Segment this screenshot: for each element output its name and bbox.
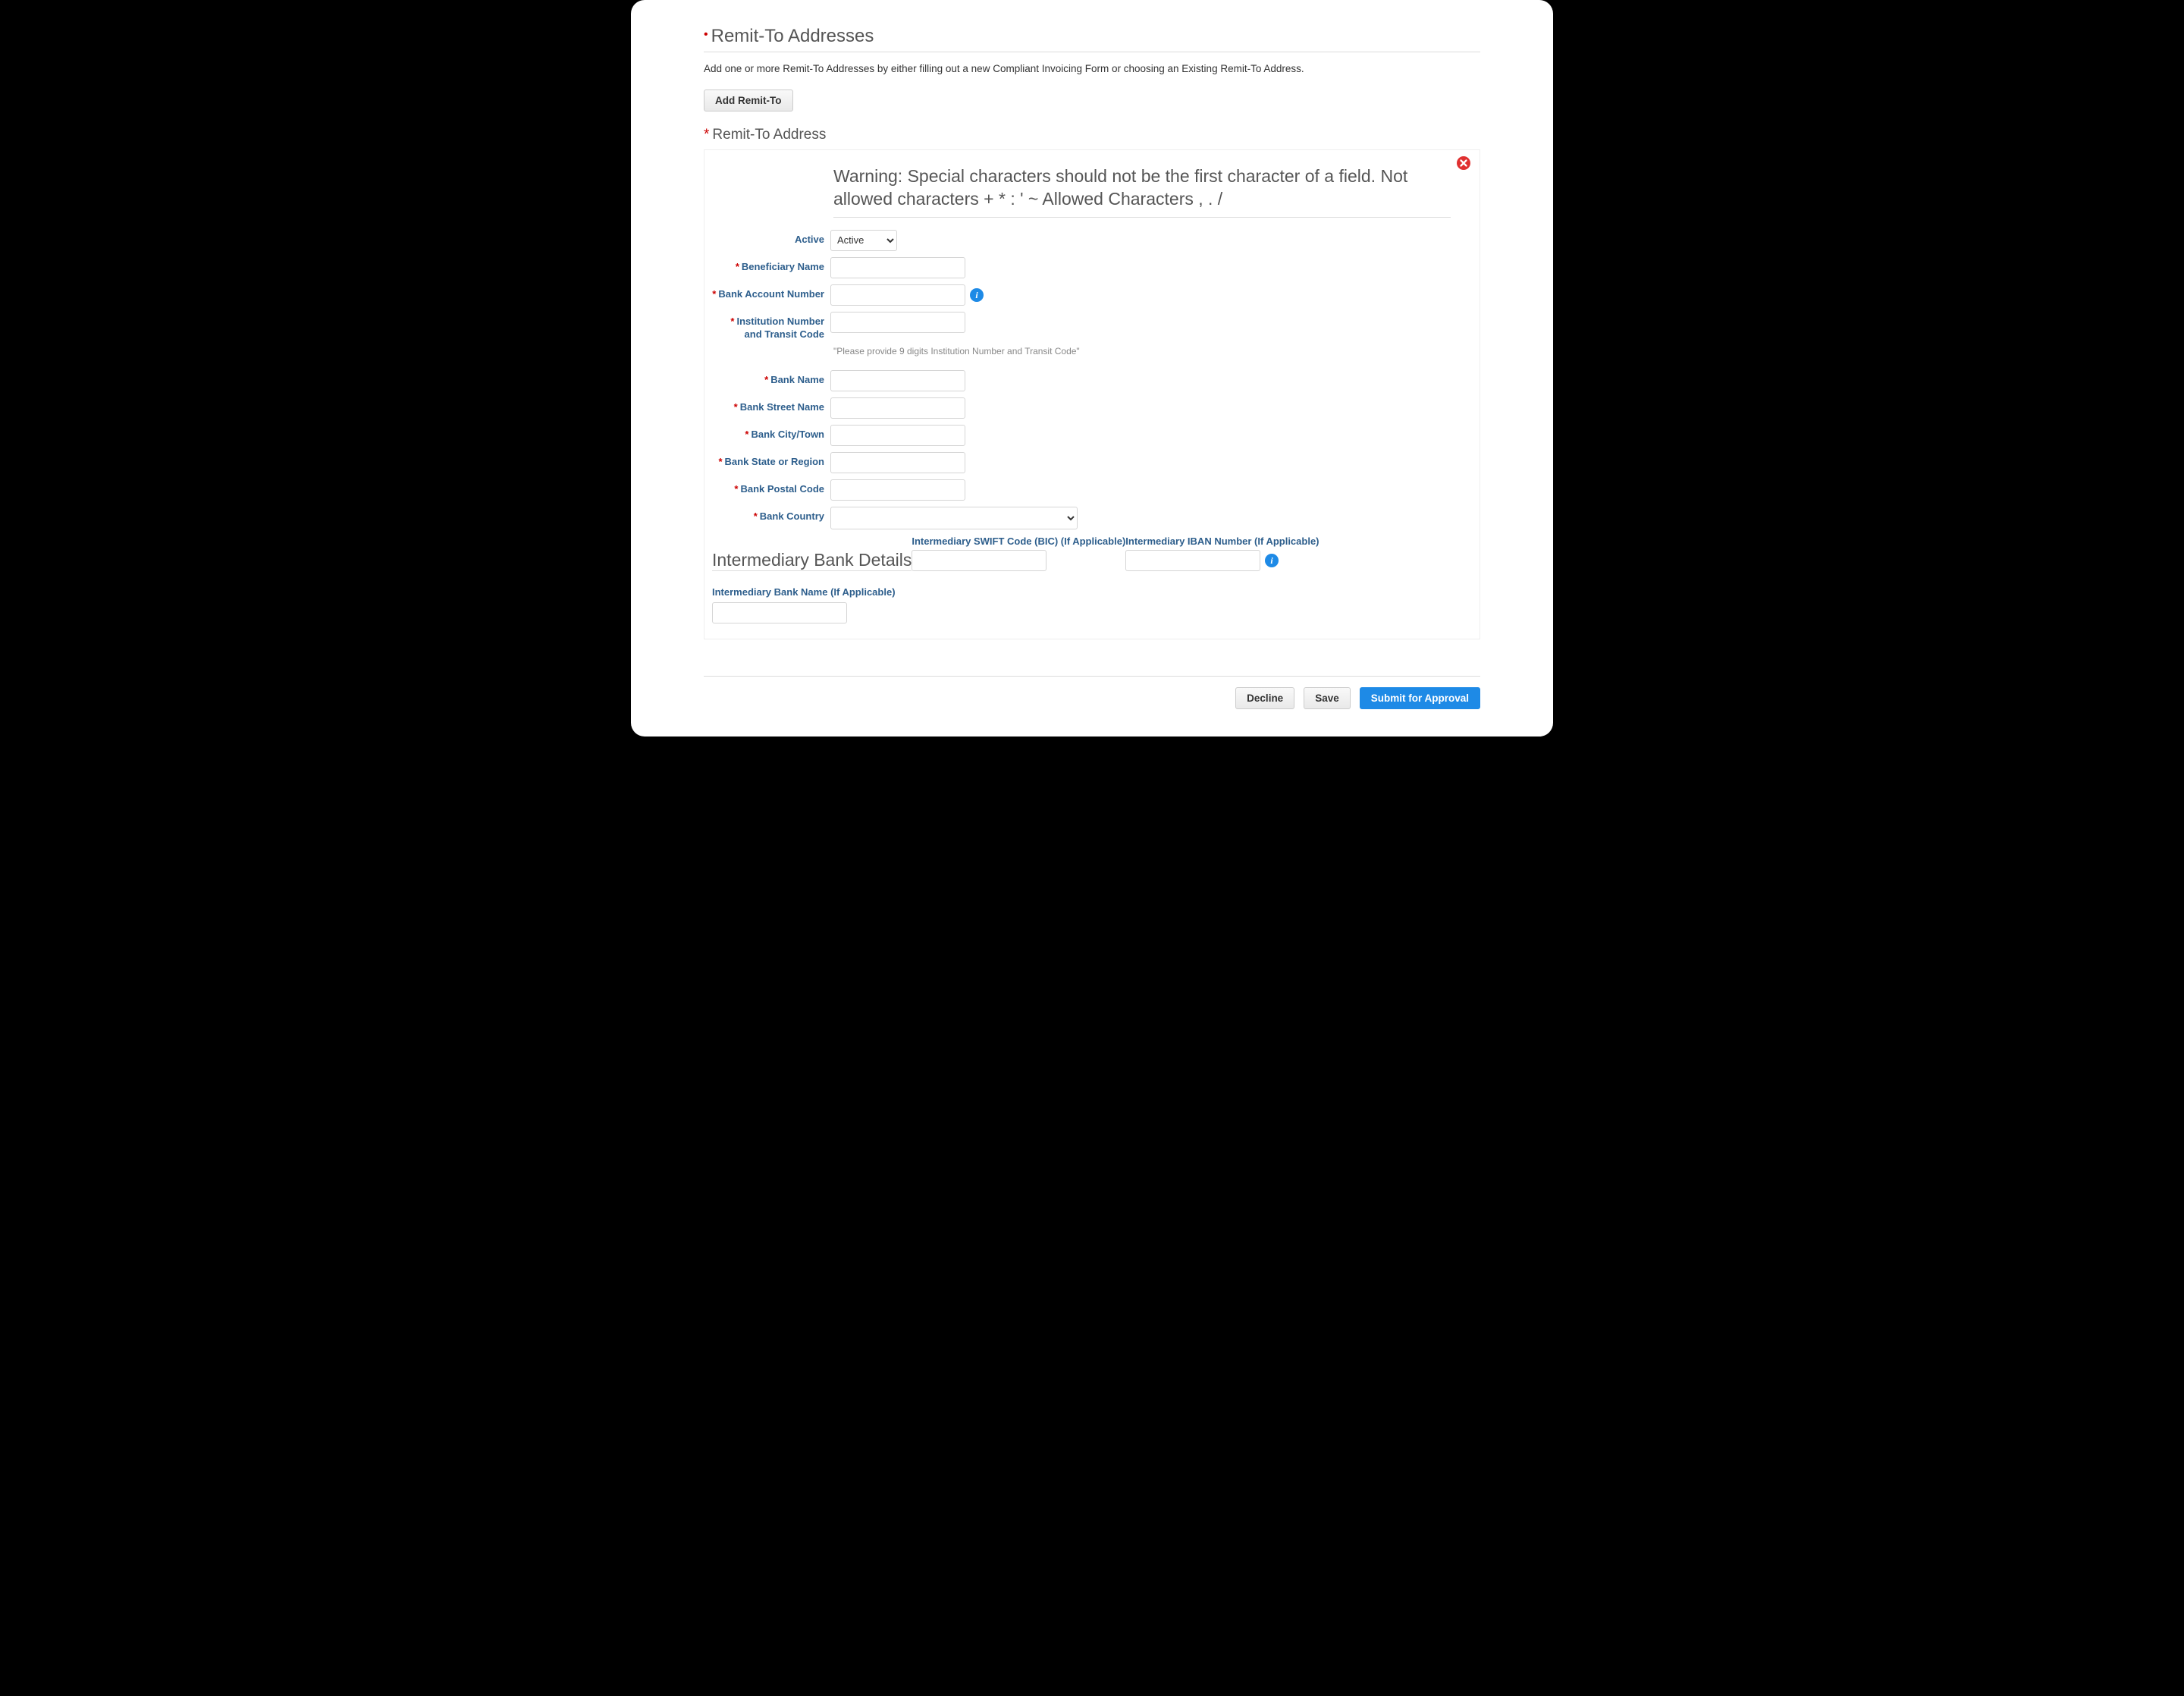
beneficiary-name-label: Beneficiary Name	[742, 261, 824, 272]
page-container: • Remit-To Addresses Add one or more Rem…	[631, 0, 1553, 737]
bank-postal-label: Bank Postal Code	[740, 483, 824, 495]
intermediary-row: Intermediary Bank Details Intermediary S…	[712, 535, 1472, 571]
institution-transit-input[interactable]	[830, 312, 965, 333]
required-indicator-icon: •	[704, 28, 708, 42]
institution-transit-label: Institution Number and Transit Code	[736, 316, 824, 340]
intermediary-bank-name-label: Intermediary Bank Name (If Applicable)	[712, 586, 1472, 598]
intermediary-bank-name-block: Intermediary Bank Name (If Applicable)	[712, 586, 1472, 623]
bank-name-row: *Bank Name	[712, 370, 1472, 391]
bank-street-input[interactable]	[830, 397, 965, 419]
intermediary-heading: Intermediary Bank Details	[712, 550, 912, 571]
bank-account-number-input[interactable]	[830, 284, 965, 306]
required-star-icon: *	[712, 288, 716, 300]
bank-country-select[interactable]	[830, 507, 1078, 529]
decline-button[interactable]: Decline	[1235, 687, 1294, 709]
required-star-icon: *	[764, 374, 768, 385]
section-title: Remit-To Addresses	[711, 26, 874, 47]
required-star-icon: *	[745, 429, 748, 440]
bank-state-label: Bank State or Region	[725, 456, 824, 467]
bank-account-number-label: Bank Account Number	[718, 288, 824, 300]
required-star-icon: *	[736, 261, 739, 272]
institution-transit-row: *Institution Number and Transit Code	[712, 312, 1472, 341]
bank-name-label: Bank Name	[770, 374, 824, 385]
bank-city-label: Bank City/Town	[751, 429, 824, 440]
required-star-icon: *	[704, 127, 709, 143]
intermediary-bank-name-input[interactable]	[712, 602, 847, 623]
section-intro-text: Add one or more Remit-To Addresses by ei…	[704, 63, 1480, 74]
info-icon[interactable]: i	[1265, 554, 1279, 567]
bank-account-number-row: *Bank Account Number i	[712, 284, 1472, 306]
info-icon[interactable]: i	[970, 288, 984, 302]
intermediary-swift-col: Intermediary SWIFT Code (BIC) (If Applic…	[912, 535, 1125, 571]
intermediary-iban-label: Intermediary IBAN Number (If Applicable)	[1125, 535, 1319, 547]
intermediary-iban-input[interactable]	[1125, 550, 1260, 571]
active-label: Active	[712, 230, 830, 247]
intermediary-swift-label: Intermediary SWIFT Code (BIC) (If Applic…	[912, 535, 1125, 547]
required-star-icon: *	[734, 401, 738, 413]
bank-postal-row: *Bank Postal Code	[712, 479, 1472, 501]
intermediary-iban-col: Intermediary IBAN Number (If Applicable)…	[1125, 535, 1319, 571]
bank-country-label: Bank Country	[760, 510, 824, 522]
bank-state-row: *Bank State or Region	[712, 452, 1472, 473]
warning-text: Warning: Special characters should not b…	[833, 165, 1451, 218]
bank-name-input[interactable]	[830, 370, 965, 391]
remit-to-address-card: Warning: Special characters should not b…	[704, 149, 1480, 639]
bank-city-input[interactable]	[830, 425, 965, 446]
remit-to-address-subheading: *Remit-To Address	[704, 127, 1480, 143]
active-row: Active Active	[712, 230, 1472, 251]
save-button[interactable]: Save	[1304, 687, 1351, 709]
institution-transit-help: "Please provide 9 digits Institution Num…	[833, 346, 1472, 356]
bank-street-row: *Bank Street Name	[712, 397, 1472, 419]
remit-to-addresses-heading: • Remit-To Addresses	[704, 26, 1480, 52]
bank-city-row: *Bank City/Town	[712, 425, 1472, 446]
bank-state-input[interactable]	[830, 452, 965, 473]
required-star-icon: *	[754, 510, 758, 522]
close-icon[interactable]	[1457, 156, 1470, 170]
beneficiary-name-input[interactable]	[830, 257, 965, 278]
add-remit-to-button[interactable]: Add Remit-To	[704, 90, 793, 111]
submit-for-approval-button[interactable]: Submit for Approval	[1360, 687, 1480, 709]
sub-title: Remit-To Address	[712, 127, 826, 143]
required-star-icon: *	[734, 483, 738, 495]
bank-street-label: Bank Street Name	[740, 401, 824, 413]
active-select[interactable]: Active	[830, 230, 897, 251]
bank-postal-input[interactable]	[830, 479, 965, 501]
beneficiary-name-row: *Beneficiary Name	[712, 257, 1472, 278]
required-star-icon: *	[718, 456, 722, 467]
intermediary-swift-input[interactable]	[912, 550, 1046, 571]
bank-country-row: *Bank Country	[712, 507, 1472, 529]
required-star-icon: *	[730, 316, 734, 327]
footer-actions: Decline Save Submit for Approval	[704, 676, 1480, 709]
